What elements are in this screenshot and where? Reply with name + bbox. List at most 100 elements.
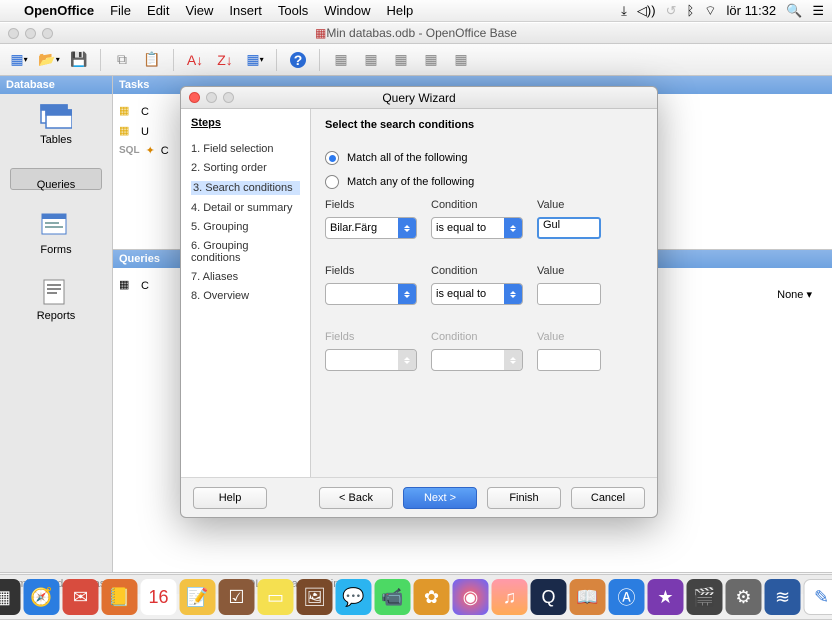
dock-missioncontrol[interactable]: ▦ — [0, 579, 21, 615]
menu-help[interactable]: Help — [387, 3, 414, 18]
dock-messages[interactable]: 💬 — [336, 579, 372, 615]
dock-facetime[interactable]: 📹 — [375, 579, 411, 615]
radio-icon — [325, 175, 339, 189]
fields-label: Fields — [325, 331, 417, 343]
menu-insert[interactable]: Insert — [229, 3, 262, 18]
dock-imovie[interactable]: ★ — [648, 579, 684, 615]
wifi-icon[interactable]: ⌔ — [704, 3, 716, 19]
value-input-2[interactable] — [537, 283, 601, 305]
sidebar-item-reports[interactable]: Reports — [37, 278, 76, 322]
tb-icon1[interactable]: ▦ — [328, 49, 354, 71]
app-name[interactable]: OpenOffice — [24, 3, 94, 18]
volume-icon[interactable]: ◁)) — [637, 3, 656, 19]
min-dot[interactable] — [25, 28, 36, 39]
dock-pages[interactable]: ✎ — [804, 579, 832, 615]
dock-quicktime[interactable]: Q — [531, 579, 567, 615]
value-label: Value — [537, 199, 601, 211]
dock-reminders[interactable]: ☑ — [219, 579, 255, 615]
new-btn[interactable]: ▦▾ — [6, 49, 32, 71]
cancel-button[interactable]: Cancel — [571, 487, 645, 509]
back-button[interactable]: < Back — [319, 487, 393, 509]
field-select-2[interactable] — [325, 283, 417, 305]
task-label: C — [161, 145, 169, 157]
dropdown-arrow-icon — [504, 218, 522, 238]
dock-calendar[interactable]: 16 — [141, 579, 177, 615]
clock[interactable]: lör 11:32 — [727, 3, 777, 18]
match-any-label: Match any of the following — [347, 176, 474, 188]
bluetooth-icon[interactable]: ᛒ — [686, 3, 694, 18]
step-4[interactable]: 4. Detail or summary — [191, 202, 300, 214]
save-btn[interactable]: 💾 — [66, 49, 92, 71]
tb-icon3[interactable]: ▦ — [388, 49, 414, 71]
zoom-dot[interactable] — [42, 28, 53, 39]
dock-stickies[interactable]: ▭ — [258, 579, 294, 615]
sidebar-header: Database — [0, 76, 112, 94]
condition-select-1[interactable]: is equal to — [431, 217, 523, 239]
dialog-close[interactable] — [189, 92, 200, 103]
condition-select-2[interactable]: is equal to — [431, 283, 523, 305]
match-all-label: Match all of the following — [347, 152, 467, 164]
dock-clips[interactable]: 🎬 — [687, 579, 723, 615]
tb-icon4[interactable]: ▦ — [418, 49, 444, 71]
task-label: C — [141, 106, 149, 118]
notifications-icon[interactable]: ☰ — [812, 3, 824, 19]
field-select-1[interactable]: Bilar.Färg — [325, 217, 417, 239]
step-5[interactable]: 5. Grouping — [191, 221, 300, 233]
view-mode-dropdown[interactable]: None ▾ — [777, 288, 812, 301]
timemachine-icon[interactable]: ↺ — [666, 3, 677, 19]
dock-photos[interactable]: 🖼 — [297, 579, 333, 615]
tb-icon5[interactable]: ▦ — [448, 49, 474, 71]
dock-gamecenter[interactable]: ✿ — [414, 579, 450, 615]
dock-contacts[interactable]: 📒 — [102, 579, 138, 615]
dialog-title: Query Wizard — [382, 91, 455, 105]
step-6[interactable]: 6. Grouping conditions — [191, 240, 300, 264]
sort-asc-btn[interactable]: A↓ — [182, 49, 208, 71]
dock-photobooth[interactable]: ◉ — [453, 579, 489, 615]
form-btn[interactable]: ▦▾ — [242, 49, 268, 71]
copy-btn[interactable]: ⧉ — [109, 49, 135, 71]
download-icon[interactable]: ⤓ — [621, 3, 627, 19]
match-any-radio[interactable]: Match any of the following — [325, 175, 643, 189]
sidebar-item-queries[interactable]: Queries — [10, 168, 102, 190]
dock-notes[interactable]: 📝 — [180, 579, 216, 615]
condition-label: Condition — [431, 265, 523, 277]
step-1[interactable]: 1. Field selection — [191, 143, 300, 155]
dropdown-arrow-icon — [398, 284, 416, 304]
menu-tools[interactable]: Tools — [278, 3, 308, 18]
close-dot[interactable] — [8, 28, 19, 39]
dock-ibooks[interactable]: 📖 — [570, 579, 606, 615]
menu-view[interactable]: View — [185, 3, 213, 18]
condition-label: Condition — [431, 331, 523, 343]
menu-edit[interactable]: Edit — [147, 3, 169, 18]
doc-icon: ▦ — [315, 26, 326, 40]
next-button[interactable]: Next > — [403, 487, 477, 509]
step-8[interactable]: 8. Overview — [191, 290, 300, 302]
dock-openoffice[interactable]: ≋ — [765, 579, 801, 615]
match-all-radio[interactable]: Match all of the following — [325, 151, 643, 165]
dock-preferences[interactable]: ⚙ — [726, 579, 762, 615]
dock-mail[interactable]: ✉ — [63, 579, 99, 615]
value-input-1[interactable]: Gul — [537, 217, 601, 239]
dock-itunes[interactable]: ♫ — [492, 579, 528, 615]
dock-appstore[interactable]: Ⓐ — [609, 579, 645, 615]
dock-safari[interactable]: 🧭 — [24, 579, 60, 615]
open-btn[interactable]: 📂▾ — [36, 49, 62, 71]
window-title: Min databas.odb - OpenOffice Base — [326, 26, 517, 40]
step-7[interactable]: 7. Aliases — [191, 271, 300, 283]
finish-button[interactable]: Finish — [487, 487, 561, 509]
sidebar-item-forms[interactable]: Forms — [40, 212, 72, 256]
spotlight-icon[interactable]: 🔍 — [786, 3, 802, 19]
step-3[interactable]: 3. Search conditions — [191, 181, 300, 195]
separator — [319, 49, 320, 71]
tb-icon2[interactable]: ▦ — [358, 49, 384, 71]
menu-file[interactable]: File — [110, 3, 131, 18]
dialog-min — [206, 92, 217, 103]
menu-window[interactable]: Window — [324, 3, 370, 18]
step-2[interactable]: 2. Sorting order — [191, 162, 300, 174]
paste-btn[interactable]: 📋 — [139, 49, 165, 71]
sort-desc-btn[interactable]: Z↓ — [212, 49, 238, 71]
sidebar-item-tables[interactable]: Tables — [40, 102, 72, 146]
dropdown-arrow-icon — [398, 218, 416, 238]
help-btn[interactable]: ? — [285, 49, 311, 71]
help-button[interactable]: Help — [193, 487, 267, 509]
